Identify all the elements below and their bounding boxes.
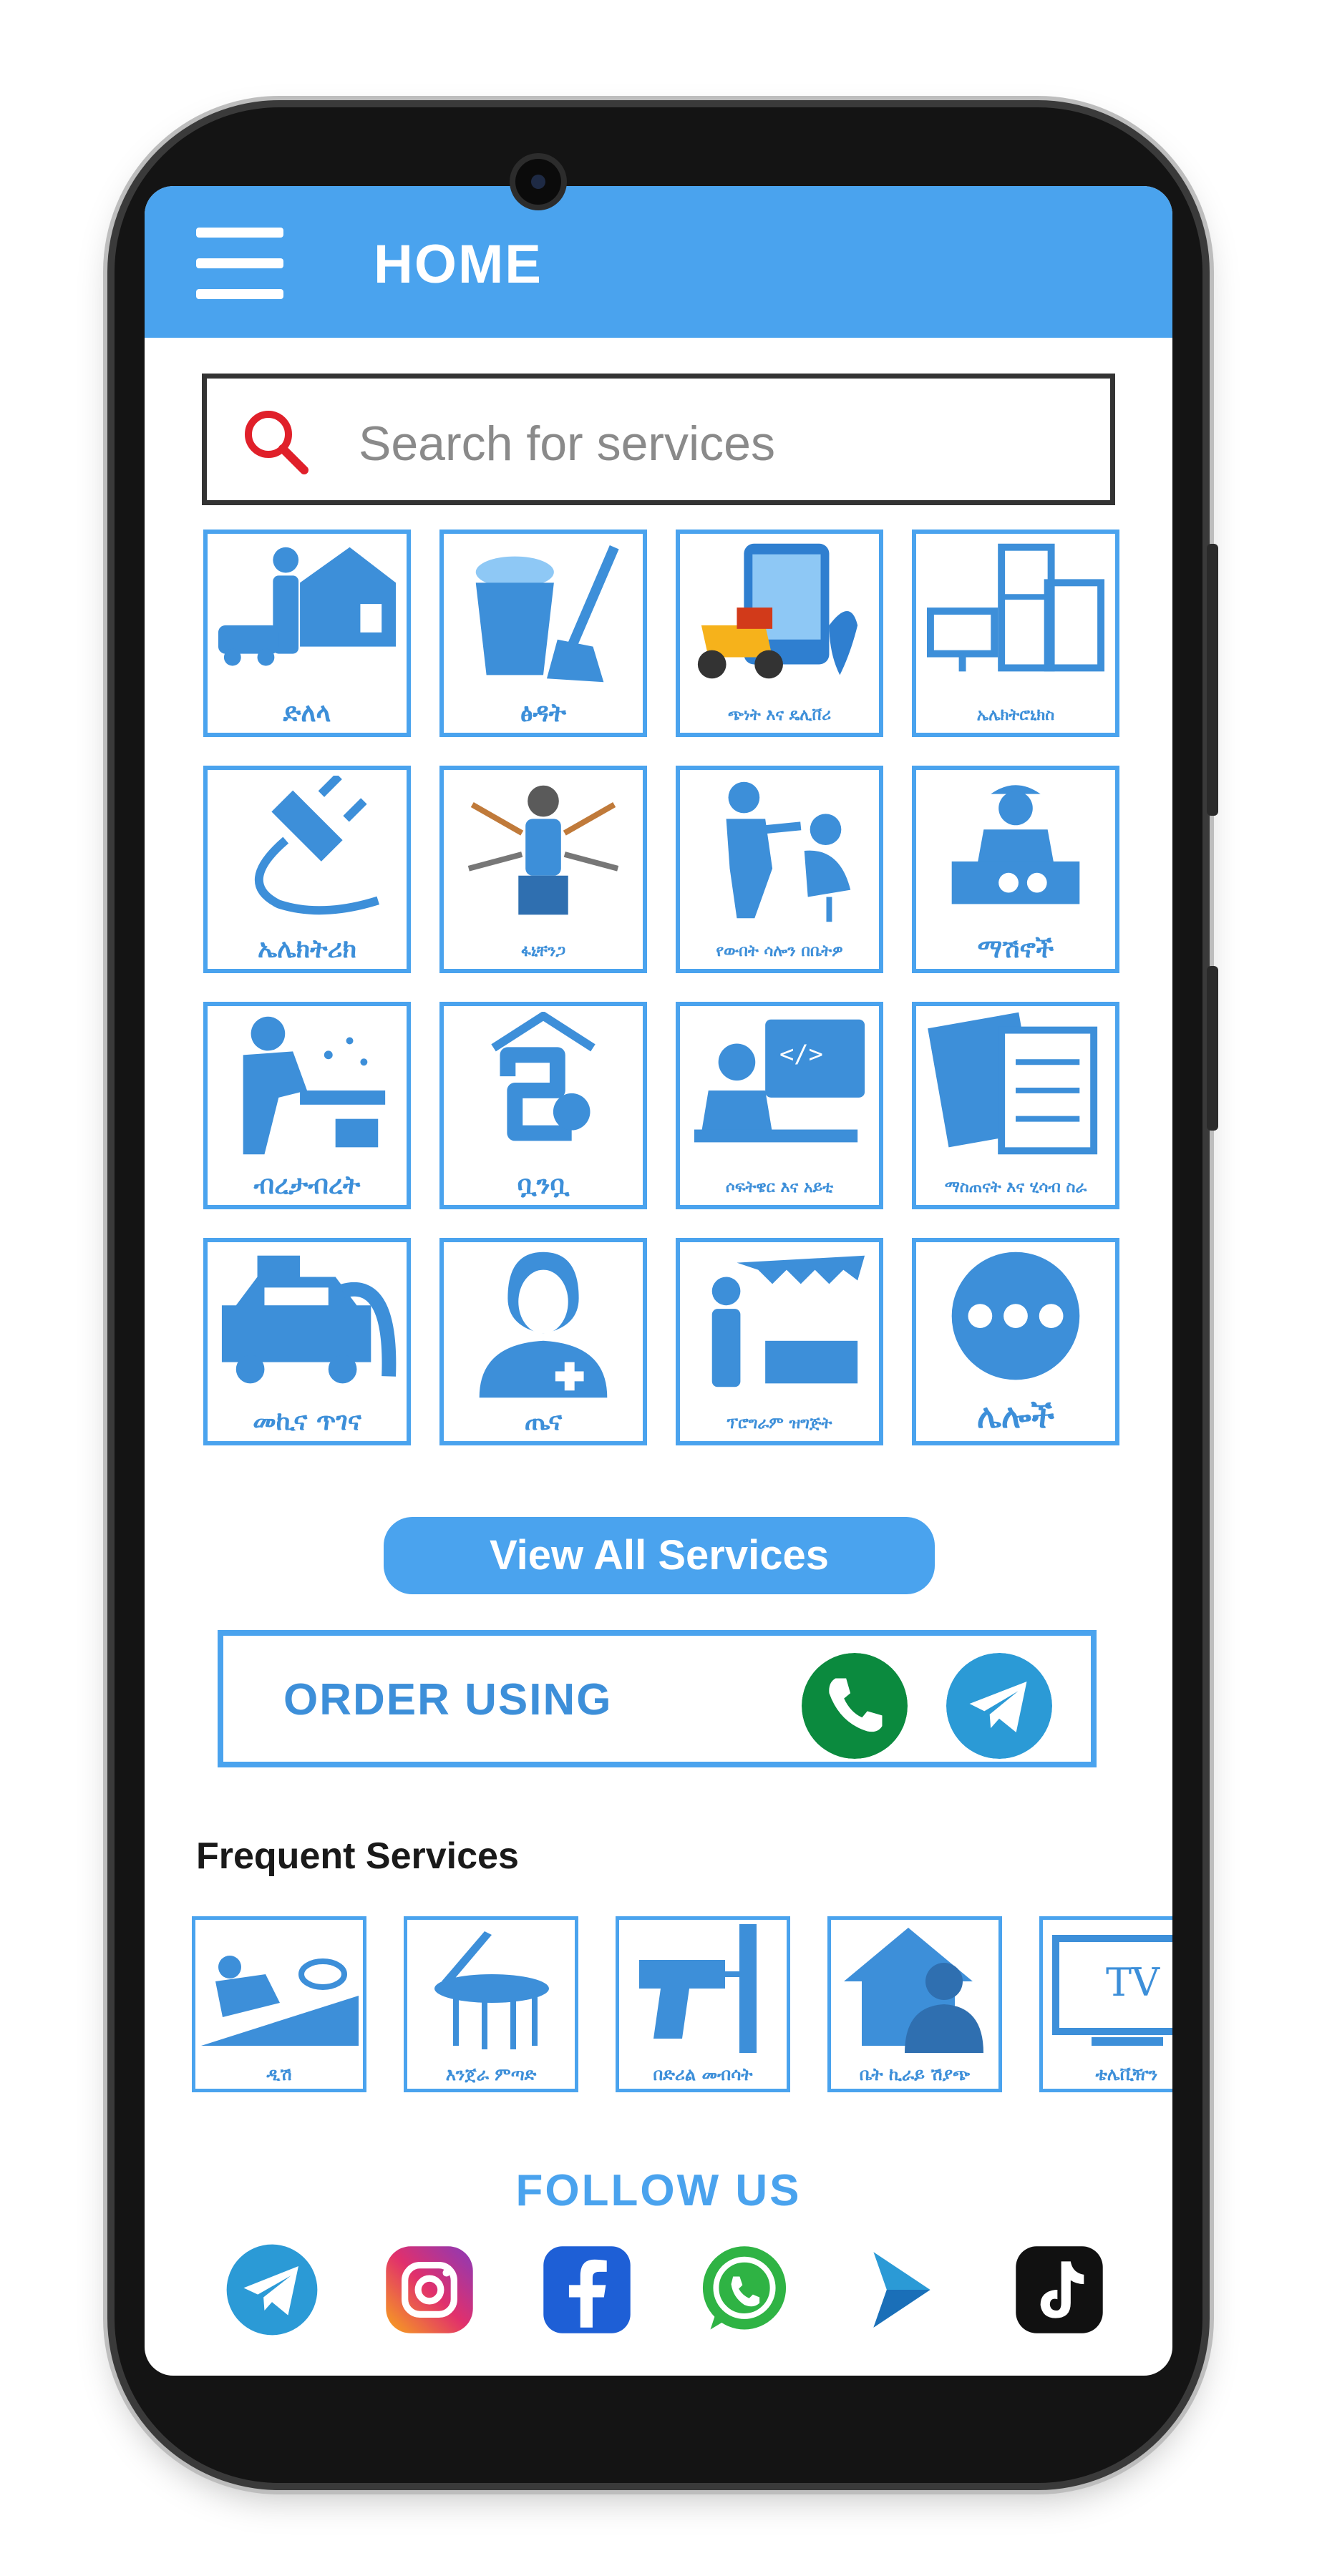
tv-icon: TV — [1052, 1935, 1172, 2046]
satellite-dish-installer-icon — [201, 1956, 359, 2046]
car-repair-icon — [221, 1255, 397, 1384]
frequent-label: ዲሽ — [266, 2064, 292, 2084]
service-label: ሶፍትዌር እና አይቲ — [725, 1179, 834, 1196]
service-tile-delivery[interactable]: ጭነት እና ዴሊቨሪ — [676, 530, 883, 737]
phone-side-button — [1207, 544, 1218, 816]
page-title: HOME — [374, 234, 543, 295]
electric-plug-icon — [255, 776, 380, 915]
service-label: ጭነት እና ዴሊቨሪ — [727, 706, 832, 724]
service-label: ድለላ — [283, 698, 331, 728]
service-tile-tutoring-accounting[interactable]: ማስጠናት እና ሂሳብ ስራ — [912, 1002, 1119, 1209]
order-using-label: ORDER USING — [283, 1675, 613, 1724]
software-developer-icon: </> — [694, 1019, 865, 1143]
cleaning-bucket-broom-icon — [475, 545, 619, 683]
frequent-tile-dish[interactable]: ዲሽ — [192, 1916, 366, 2092]
service-tile-plumbing[interactable]: ቧንቧ — [439, 1002, 647, 1209]
delivery-scooter-icon — [697, 543, 858, 679]
app-bar: HOME — [145, 186, 1172, 338]
service-tile-others[interactable]: ሌሎች — [912, 1238, 1119, 1445]
service-tile-electronics[interactable]: ኤሌክትሮኒክስ — [912, 530, 1119, 737]
frequent-label: ቴሌቪዥን — [1095, 2064, 1158, 2084]
more-dots-icon — [951, 1252, 1080, 1380]
service-tile-brokerage[interactable]: ድለላ — [203, 530, 411, 737]
service-tile-handyman[interactable]: ፋኒቸንጋ — [439, 766, 647, 973]
front-camera — [515, 159, 561, 205]
house-agent-icon — [844, 1928, 983, 2053]
svg-text:TV: TV — [1106, 1960, 1160, 2005]
service-tile-health[interactable]: ጤና — [439, 1238, 647, 1445]
multi-tool-worker-icon — [467, 785, 619, 915]
tutoring-accounting-icon — [928, 1012, 1098, 1155]
phone-volume-button — [1207, 966, 1218, 1131]
service-tile-electrical[interactable]: ኤሌክትሪክ — [203, 766, 411, 973]
plumbing-pipes-icon — [491, 1012, 596, 1141]
facebook-icon[interactable] — [540, 2243, 634, 2337]
service-label: ፅዳት — [520, 698, 567, 728]
twitter-icon[interactable] — [855, 2243, 949, 2337]
instagram-icon[interactable] — [382, 2243, 477, 2337]
service-tile-software-it[interactable]: </> ሶፍትዌር እና አይቲ — [676, 1002, 883, 1209]
service-label: ማሽኖች — [977, 935, 1054, 964]
frequent-tile-house-rent-sale[interactable]: ቤት ኪራይ ሽያጭ — [827, 1916, 1002, 2092]
tiktok-icon[interactable] — [1012, 2243, 1107, 2337]
service-label: ፋኒቸንጋ — [520, 942, 566, 960]
phone-frame: HOME ድለላ — [115, 107, 1218, 2483]
service-label: የውበት ሳሎን በቤትዎ — [716, 942, 843, 960]
view-all-services-button[interactable]: View All Services — [384, 1517, 935, 1594]
electronics-appliances-icon — [926, 543, 1105, 672]
phone-call-icon[interactable] — [802, 1653, 908, 1759]
frequent-tile-television[interactable]: TV ቴሌቪዥን — [1039, 1916, 1172, 2092]
search-bar[interactable] — [202, 374, 1115, 505]
follow-us-title: FOLLOW US — [515, 2166, 802, 2215]
broker-house-car-icon — [218, 547, 397, 666]
injera-mitad-icon — [434, 1931, 549, 2049]
social-links — [145, 2243, 1172, 2350]
frequent-label: በድሪል መብሳት — [653, 2064, 753, 2084]
search-input[interactable] — [357, 407, 1076, 480]
search-icon — [245, 411, 308, 474]
service-label: ማስጠናት እና ሂሳብ ስራ — [944, 1179, 1087, 1196]
frequent-tile-mitad[interactable]: እንጀራ ምጣድ — [404, 1916, 578, 2092]
hairdresser-icon — [726, 781, 851, 922]
telegram-order-icon[interactable] — [946, 1653, 1052, 1759]
service-label: ሌሎች — [976, 1397, 1055, 1435]
service-tile-metalwork[interactable]: ብረታብረት — [203, 1002, 411, 1209]
order-using-panel: ORDER USING — [218, 1630, 1097, 1767]
frequent-services-title: Frequent Services — [196, 1835, 519, 1877]
service-tile-event-planning[interactable]: ፕሮግራም ዝግጅት — [676, 1238, 883, 1445]
svg-text:</>: </> — [779, 1040, 823, 1068]
frequent-label: እንጀራ ምጣድ — [445, 2064, 537, 2084]
service-label: ቧንቧ — [517, 1171, 570, 1200]
service-label: ጤና — [524, 1407, 563, 1436]
app-screen: HOME ድለላ — [145, 186, 1172, 2376]
service-label: መኪና ጥገና — [253, 1407, 361, 1436]
service-tile-beauty-salon[interactable]: የውበት ሳሎን በቤትዎ — [676, 766, 883, 973]
service-label: ፕሮግራም ዝግጅት — [726, 1415, 832, 1433]
hamburger-menu-icon[interactable] — [196, 228, 283, 299]
service-label: ኤሌክትሮኒክስ — [976, 706, 1055, 724]
service-tile-cleaning[interactable]: ፅዳት — [439, 530, 647, 737]
service-label: ኤሌክትሪክ — [257, 935, 357, 964]
drill-icon — [639, 1924, 757, 2053]
frequent-tile-drilling[interactable]: በድሪል መብሳት — [616, 1916, 790, 2092]
event-planning-icon — [711, 1255, 865, 1387]
welder-icon — [243, 1016, 386, 1155]
service-tile-car-repair[interactable]: መኪና ጥገና — [203, 1238, 411, 1445]
telegram-icon[interactable] — [225, 2243, 319, 2337]
service-label: ብረታብረት — [253, 1171, 361, 1200]
machine-engineer-icon — [951, 785, 1080, 904]
whatsapp-icon[interactable] — [697, 2243, 792, 2337]
doctor-icon — [479, 1252, 608, 1398]
frequent-services-row: ዲሽ እንጀራ ምጣድ በድሪል መብሳት ቤት ኪራይ ሽያጭ TV ቴሌቪዥ… — [192, 1916, 1172, 2095]
frequent-label: ቤት ኪራይ ሽያጭ — [859, 2064, 971, 2084]
service-tile-machines[interactable]: ማሽኖች — [912, 766, 1119, 973]
